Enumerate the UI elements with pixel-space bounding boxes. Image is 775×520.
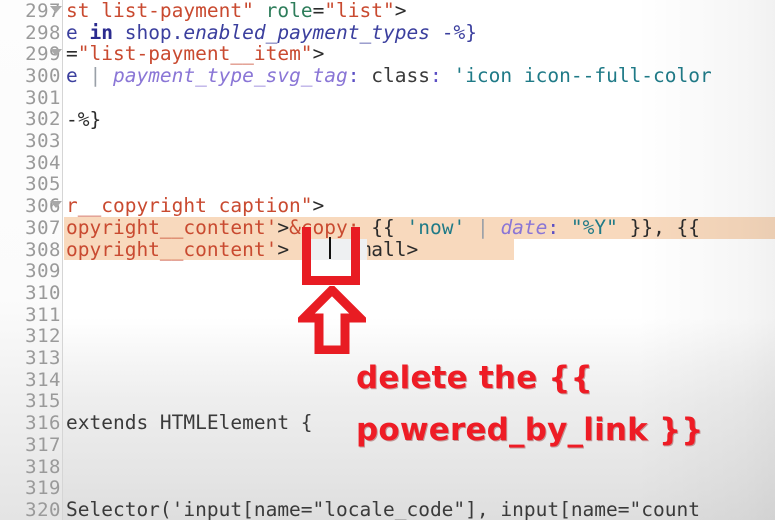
code-line[interactable]: opyright__content'> </small>	[64, 238, 514, 261]
code-line[interactable]: e | payment_type_svg_tag: class: 'icon i…	[66, 65, 712, 87]
line-number: 311	[25, 303, 61, 326]
line-number: 298	[25, 21, 61, 44]
fold-arrow-icon[interactable]	[50, 6, 62, 13]
code-line[interactable]: st list-payment" role="list">	[66, 0, 407, 22]
code-line[interactable]: Selector('input[name="locale_code"], inp…	[66, 499, 700, 520]
code-line[interactable]: -%}	[66, 108, 101, 131]
line-number: 309	[25, 260, 61, 283]
code-line[interactable]: extends HTMLElement {	[66, 412, 313, 434]
line-number: 300	[25, 64, 61, 87]
line-number: 302	[25, 108, 61, 131]
line-number: 316	[25, 412, 61, 435]
line-number: 320	[25, 498, 61, 520]
line-number: 307	[25, 216, 61, 239]
line-number: 310	[25, 281, 61, 304]
line-number: 303	[25, 130, 61, 153]
code-line[interactable]: r__copyright caption">	[66, 195, 324, 217]
line-number: 301	[25, 86, 61, 109]
editor-gutter: 297 298 299 300 301 302 303 304 305 306 …	[0, 0, 63, 520]
line-number: 313	[25, 347, 61, 370]
annotation-up-arrow-icon	[298, 286, 366, 354]
line-number: 305	[25, 173, 61, 196]
line-number: 319	[25, 477, 61, 500]
line-number: 318	[25, 455, 61, 478]
fold-arrow-icon[interactable]	[50, 49, 62, 57]
code-line[interactable]: e in shop.enabled_payment_types -%}	[66, 21, 477, 44]
line-number: 315	[25, 390, 61, 413]
line-number: 312	[25, 325, 61, 348]
code-line[interactable]: ="list-payment__item">	[66, 43, 324, 65]
line-number: 308	[25, 238, 61, 261]
code-line[interactable]: opyright__content'>&copy; {{ 'now' | dat…	[64, 217, 775, 239]
annotation-highlight-box	[302, 227, 360, 285]
annotation-text-line1: delete the {{	[356, 360, 593, 396]
line-number: 314	[25, 368, 61, 391]
line-number: 304	[25, 151, 61, 174]
annotation-text-line2: powered_by_link }}	[356, 412, 704, 448]
line-number: 317	[25, 433, 61, 456]
fold-arrow-icon[interactable]	[50, 201, 62, 209]
screenshot-root: 297 298 299 300 301 302 303 304 305 306 …	[0, 0, 775, 520]
